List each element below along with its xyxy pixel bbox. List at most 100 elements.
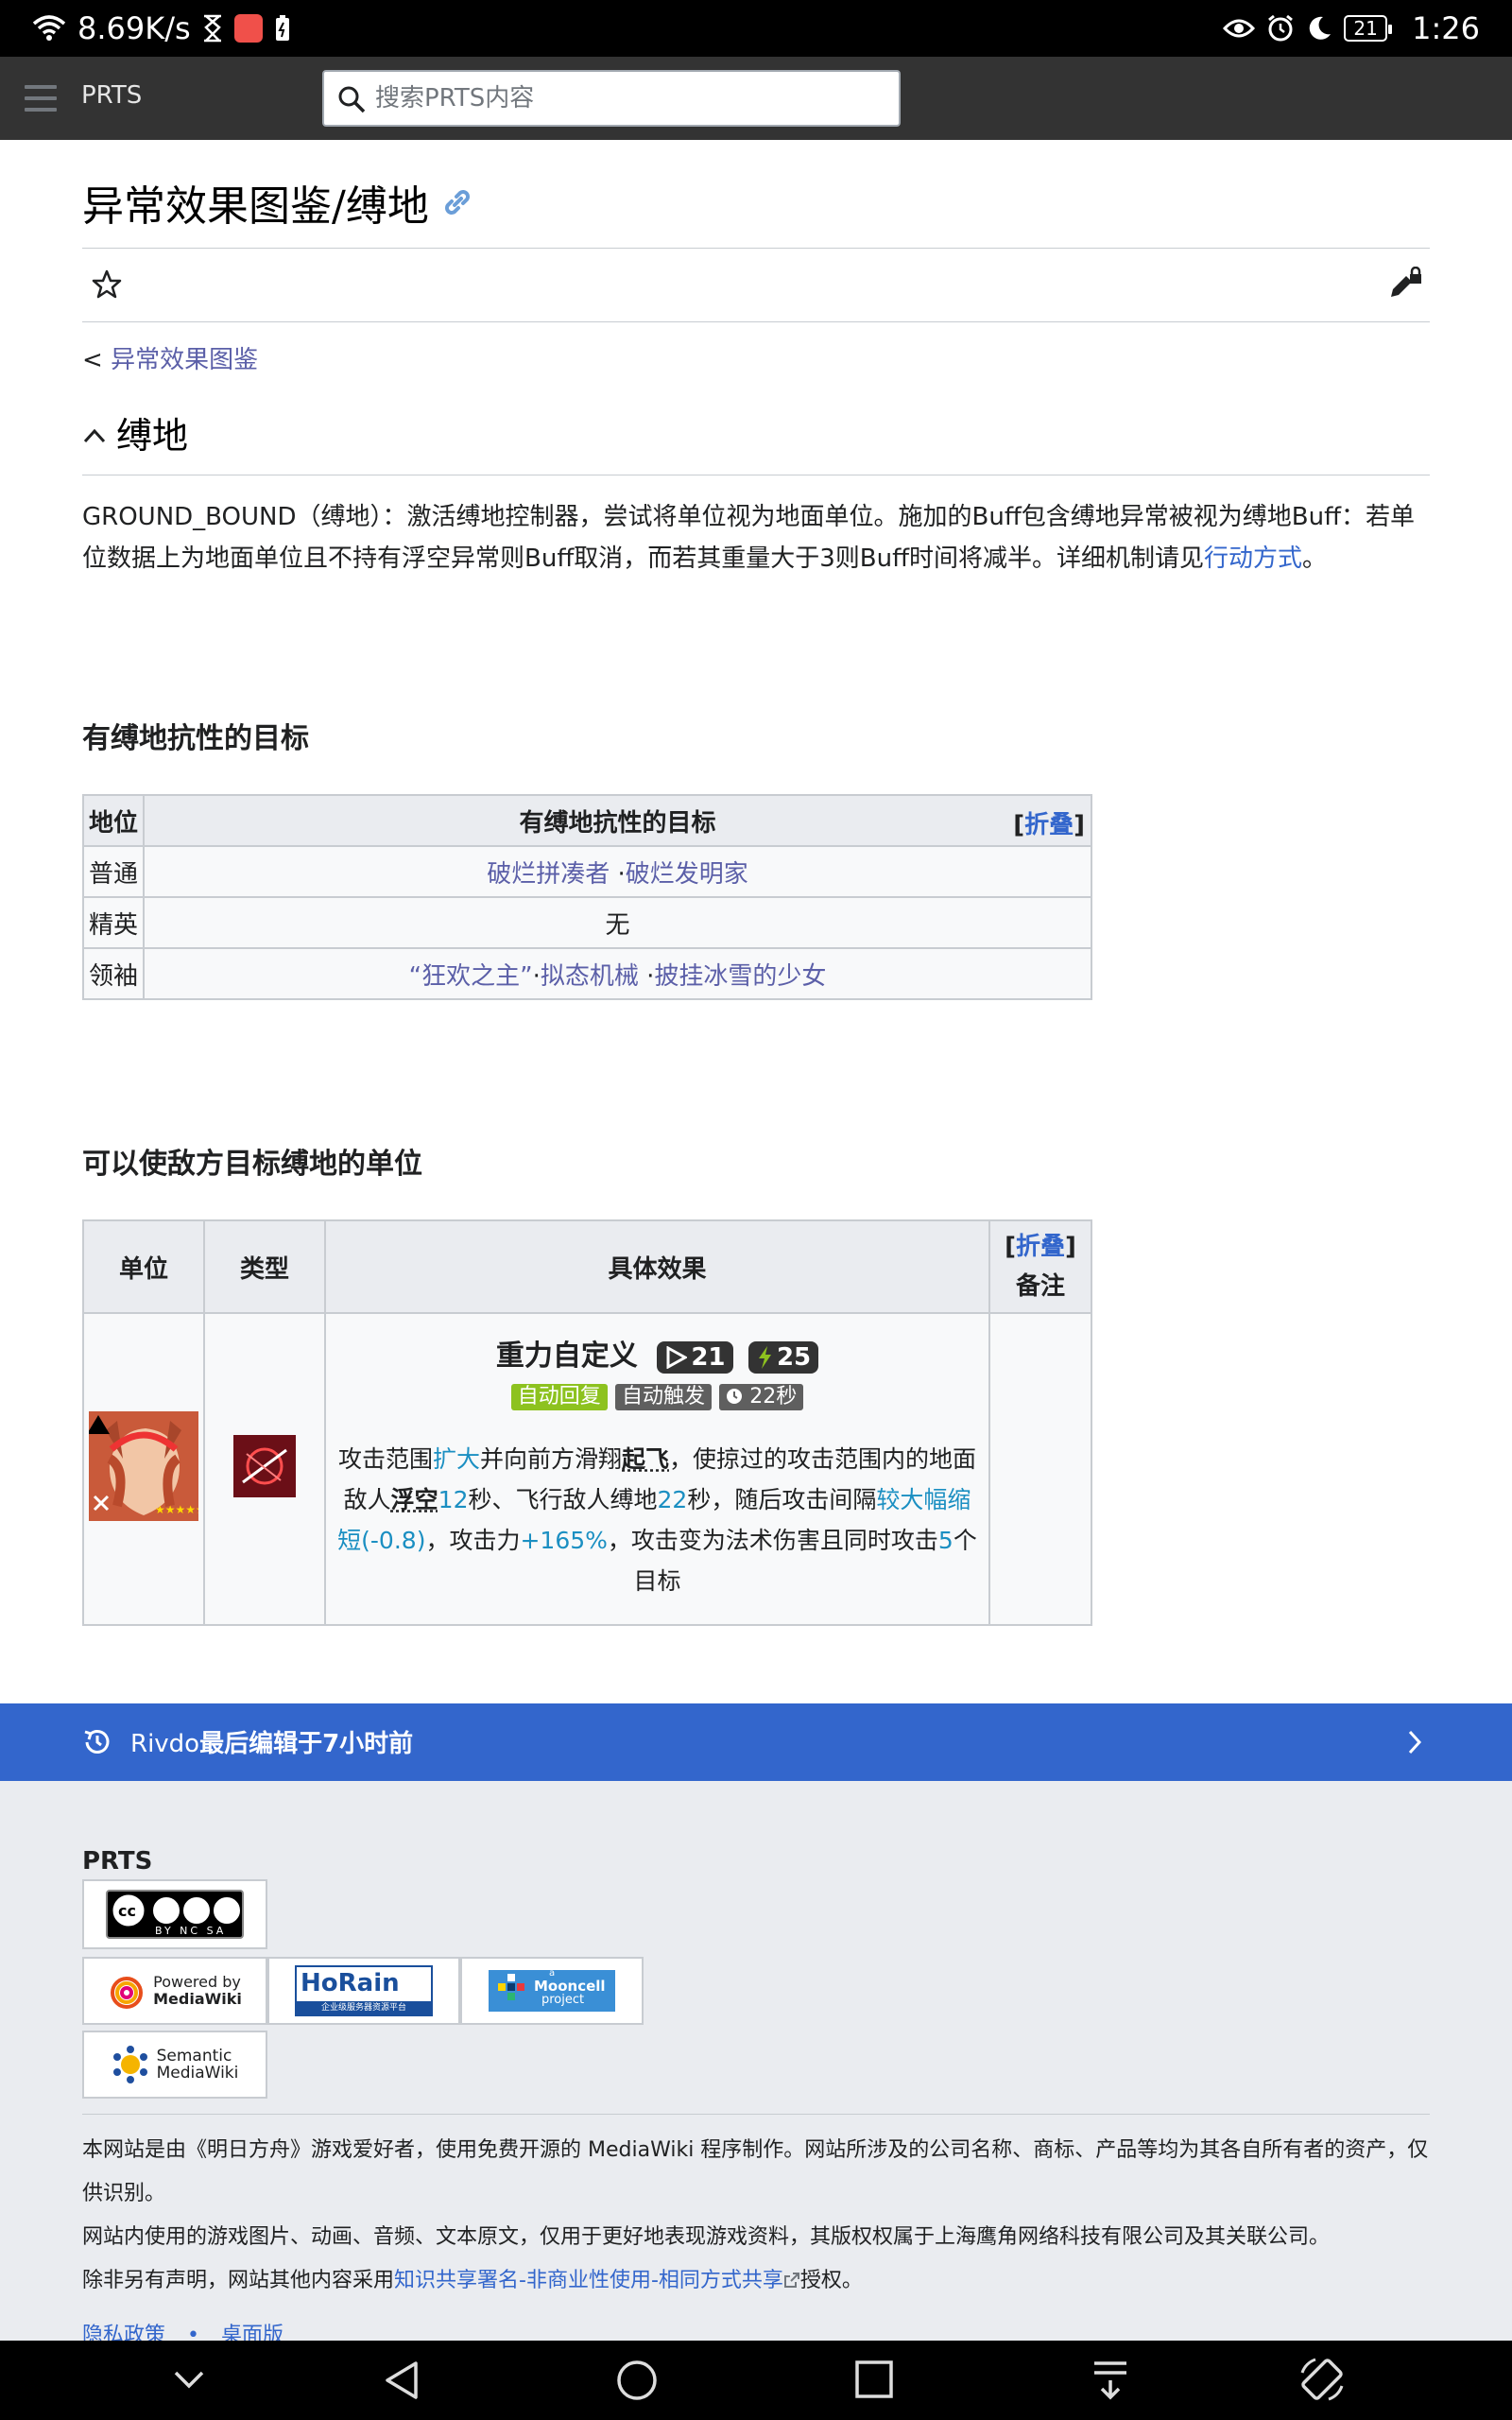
search-icon[interactable] <box>337 85 366 117</box>
type-cell <box>203 1312 326 1626</box>
intro-end: 。 <box>1302 544 1328 573</box>
col-type: 类型 <box>203 1219 326 1314</box>
desc-term[interactable]: 浮空 <box>391 1486 438 1513</box>
license-suffix: 授权。 <box>799 2269 863 2292</box>
collapse-toggle[interactable]: [折叠] <box>1013 805 1085 840</box>
mechanics-link[interactable]: 行动方式 <box>1204 544 1302 573</box>
eye-icon <box>1223 17 1256 40</box>
chevron-right-icon[interactable] <box>1406 1728 1423 1760</box>
footer: PRTS cc BY NC SA Powered by MediaWiki Ho… <box>0 1781 1512 2341</box>
recents-icon[interactable] <box>854 2360 894 2403</box>
tag-recovery: 自动回复 <box>510 1383 608 1410</box>
page-title: 异常效果图鉴/缚地 <box>82 182 429 231</box>
footer-links: 隐私政策 • 桌面版 <box>82 2314 1434 2341</box>
col-targets: 有缚地抗性的目标 [折叠] <box>143 794 1092 847</box>
edit-locked-icon[interactable] <box>1387 266 1423 304</box>
skill-header: 重力自定义 21 25 <box>334 1337 981 1376</box>
mooncell-badge[interactable]: a Mooncell project <box>460 1957 644 2025</box>
skill-icon[interactable] <box>233 1434 296 1504</box>
home-icon[interactable] <box>616 2360 658 2405</box>
horain-sub: 企业级服务器资源平台 <box>297 2001 431 2014</box>
target-link[interactable]: 破烂拼凑者 <box>487 860 610 889</box>
desc-text: 攻击范围 <box>337 1445 433 1473</box>
footer-paragraph-3: 除非另有声明，网站其他内容采用知识共享署名-非商业性使用-相同方式共享 授权。 <box>82 2259 1434 2303</box>
alarm-icon <box>1266 14 1295 43</box>
divider <box>82 321 1430 322</box>
col-notes-label: 备注 <box>1015 1272 1065 1301</box>
col-unit: 单位 <box>82 1219 205 1314</box>
col-rank: 地位 <box>82 794 145 847</box>
desc-text: 秒、飞行敌人缚地 <box>468 1486 658 1513</box>
breadcrumb-link[interactable]: 异常效果图鉴 <box>111 346 258 374</box>
table-row: 领袖 “狂欢之主”·拟态机械 ·披挂冰雪的少女 <box>82 947 1092 1000</box>
desc-text: 秒，随后攻击间隔 <box>687 1486 877 1513</box>
horain-badge[interactable]: HoRain 企业级服务器资源平台 <box>267 1957 460 2025</box>
skill-tags: 自动回复 自动触发 22秒 <box>334 1382 981 1410</box>
desc-term[interactable]: 起飞 <box>622 1445 669 1473</box>
targets-cell: 无 <box>143 896 1092 949</box>
target-link[interactable]: 拟态机械 <box>541 962 639 991</box>
search-box[interactable] <box>322 70 901 127</box>
history-icon <box>81 1726 113 1762</box>
moon-icon <box>1306 15 1332 42</box>
site-header: PRTS <box>0 57 1512 140</box>
collapse-link[interactable]: 折叠 <box>1016 1233 1065 1261</box>
last-edited-bar[interactable]: Rivdo最后编辑于7小时前 <box>0 1703 1512 1781</box>
notification-pulldown-icon[interactable] <box>1091 2360 1130 2405</box>
target-link[interactable]: “狂欢之主” <box>409 962 533 991</box>
svg-text:★★★★★★: ★★★★★★ <box>155 1503 198 1516</box>
system-nav-bar <box>0 2341 1512 2420</box>
wifi-icon <box>32 14 66 43</box>
app-notification-icon <box>233 14 263 43</box>
chevron-down-icon[interactable] <box>170 2365 208 2397</box>
chevron-up-icon[interactable] <box>82 412 107 454</box>
desc-value: 5 <box>937 1527 954 1554</box>
license-link[interactable]: 知识共享署名-非商业性使用-相同方式共享 <box>394 2269 783 2292</box>
svg-text:cc: cc <box>118 1902 136 1920</box>
desc-keyword: 扩大 <box>432 1445 480 1473</box>
search-input[interactable] <box>375 81 885 115</box>
operator-avatar[interactable]: ★★★★★★ <box>87 1410 216 1521</box>
sp-cost: 25 <box>776 1342 812 1372</box>
battery-saver-icon <box>274 14 291 43</box>
target-link[interactable]: 披挂冰雪的少女 <box>654 962 826 991</box>
semantic-mediawiki-badge[interactable]: Semantic MediaWiki <box>82 2031 267 2099</box>
target-link[interactable]: 破烂发明家 <box>626 860 748 889</box>
clock: 1:26 <box>1412 10 1480 46</box>
targets-cell: 破烂拼凑者 ·破烂发明家 <box>143 845 1092 898</box>
collapse-link[interactable]: 折叠 <box>1024 811 1074 839</box>
footer-divider <box>82 2114 1430 2115</box>
divider <box>82 248 1430 249</box>
collapse-toggle[interactable]: [折叠] <box>990 1227 1091 1267</box>
watch-star-icon[interactable] <box>91 268 123 304</box>
skill-description: 攻击范围扩大并向前方滑翔起飞，使掠过的攻击范围内的地面敌人浮空12秒、飞行敌人缚… <box>334 1439 981 1601</box>
battery-icon: 21 <box>1344 15 1393 42</box>
col-notes: [折叠] 备注 <box>988 1219 1092 1314</box>
intro-paragraph: GROUND_BOUND（缚地）：激活缚地控制器，尝试将单位视为地面单位。施加的… <box>82 496 1430 579</box>
section-header[interactable]: 缚地 <box>82 406 188 458</box>
horain-name: HoRain <box>301 1969 400 1997</box>
table-row: 普通 破烂拼凑者 ·破烂发明家 <box>82 845 1092 898</box>
desc-text: 并向前方滑翔 <box>479 1445 622 1473</box>
units-heading: 可以使敌方目标缚地的单位 <box>82 1148 422 1181</box>
skill-name: 重力自定义 <box>495 1340 638 1373</box>
footer-paragraph-1: 本网站是由《明日方舟》游戏爱好者，使用免费开源的 MediaWiki 程序制作。… <box>82 2138 1429 2205</box>
smw-badge-top: Semantic <box>156 2047 232 2066</box>
privacy-link[interactable]: 隐私政策 <box>82 2324 165 2341</box>
site-brand[interactable]: PRTS <box>81 81 142 110</box>
mediawiki-badge[interactable]: Powered by MediaWiki <box>82 1957 267 2025</box>
last-edited-text[interactable]: Rivdo最后编辑于7小时前 <box>130 1724 413 1759</box>
back-icon[interactable] <box>382 2360 423 2405</box>
menu-icon[interactable] <box>25 85 57 112</box>
table-row: 精英 无 <box>82 896 1092 949</box>
desktop-link[interactable]: 桌面版 <box>221 2324 284 2341</box>
section-title: 缚地 <box>116 415 189 457</box>
rotate-screen-icon[interactable] <box>1298 2356 1346 2407</box>
cc-license-badge[interactable]: cc BY NC SA <box>82 1879 267 1949</box>
table-row: ★★★★★★ 重力自定义 21 25 <box>82 1312 1092 1626</box>
resist-table: 地位 有缚地抗性的目标 [折叠] 普通 破烂拼凑者 ·破烂发明家 精英 无 领袖… <box>82 794 1092 1000</box>
editor-name[interactable]: Rivdo <box>130 1730 199 1758</box>
link-icon[interactable] <box>440 185 474 223</box>
duration: 22秒 <box>749 1384 798 1409</box>
effect-cell: 重力自定义 21 25 自动回复 自动触发 22秒 攻击范围扩大并向前方滑翔起飞 <box>324 1312 990 1626</box>
